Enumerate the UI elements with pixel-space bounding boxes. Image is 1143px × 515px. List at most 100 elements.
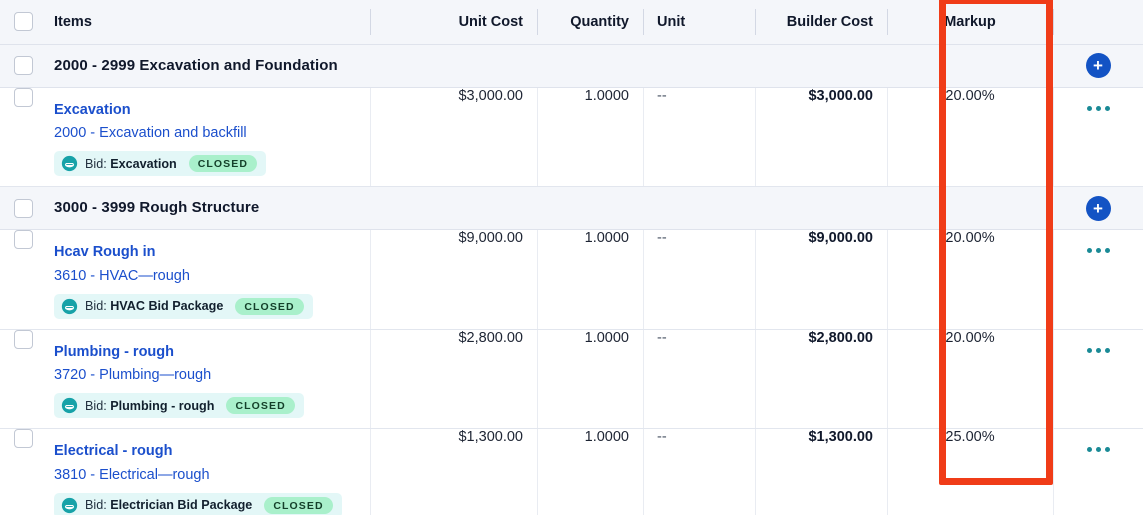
- row-markup[interactable]: 20.00%: [887, 87, 1053, 187]
- more-horizontal-icon: [1087, 248, 1092, 253]
- row-menu-button[interactable]: [1067, 230, 1129, 253]
- add-item-button[interactable]: +: [1086, 196, 1111, 221]
- row-unit: --: [643, 429, 755, 515]
- status-badge: CLOSED: [189, 155, 257, 172]
- item-code: 3810 - Electrical—rough: [54, 465, 356, 486]
- header-select-all-cell: [0, 0, 40, 44]
- row-markup[interactable]: 25.00%: [887, 429, 1053, 515]
- header-builder-cost[interactable]: Builder Cost: [755, 0, 887, 44]
- bid-chip[interactable]: Bid: HVAC Bid Package CLOSED: [54, 294, 313, 319]
- row-select-cell: [0, 230, 40, 330]
- more-horizontal-icon: [1105, 447, 1110, 452]
- row-items-cell: Plumbing - rough 3720 - Plumbing—rough B…: [40, 329, 370, 429]
- more-horizontal-icon: [1087, 447, 1092, 452]
- row-actions-cell: [1053, 87, 1143, 187]
- bid-chip-text: Bid: Excavation: [85, 157, 177, 171]
- more-horizontal-icon: [1096, 248, 1101, 253]
- estimate-line-items-table: Items Unit Cost Quantity Unit Builder Co…: [0, 0, 1143, 515]
- group-markup-cell: [887, 44, 1053, 87]
- line-items-grid: Items Unit Cost Quantity Unit Builder Co…: [0, 0, 1143, 515]
- row-builder-cost: $1,300.00: [755, 429, 887, 515]
- bid-label: Bid:: [85, 399, 107, 413]
- group-title-cell: 3000 - 3999 Rough Structure: [40, 187, 887, 230]
- table-body: 2000 - 2999 Excavation and Foundation + …: [0, 44, 1143, 515]
- header-unit-cost[interactable]: Unit Cost: [370, 0, 537, 44]
- more-horizontal-icon: [1105, 248, 1110, 253]
- row-items-cell: Electrical - rough 3810 - Electrical—rou…: [40, 429, 370, 515]
- row-checkbox[interactable]: [14, 330, 33, 349]
- bid-icon: [61, 298, 78, 315]
- more-horizontal-icon: [1105, 106, 1110, 111]
- header-actions: [1053, 0, 1143, 44]
- row-markup[interactable]: 20.00%: [887, 329, 1053, 429]
- bid-chip[interactable]: Bid: Excavation CLOSED: [54, 151, 266, 176]
- bid-icon: [61, 497, 78, 514]
- row-menu-button[interactable]: [1067, 330, 1129, 353]
- more-horizontal-icon: [1096, 106, 1101, 111]
- table-header: Items Unit Cost Quantity Unit Builder Co…: [0, 0, 1143, 44]
- row-quantity: 1.0000: [537, 87, 643, 187]
- bid-icon: [61, 397, 78, 414]
- row-select-cell: [0, 429, 40, 515]
- row-builder-cost: $3,000.00: [755, 87, 887, 187]
- row-unit-cost: $2,800.00: [370, 329, 537, 429]
- row-markup[interactable]: 20.00%: [887, 230, 1053, 330]
- more-horizontal-icon: [1105, 348, 1110, 353]
- table-row: Hcav Rough in 3610 - HVAC—rough Bid: HVA…: [0, 230, 1143, 330]
- header-items[interactable]: Items: [40, 0, 370, 44]
- more-horizontal-icon: [1087, 106, 1092, 111]
- select-all-checkbox[interactable]: [14, 12, 33, 31]
- header-markup[interactable]: Markup: [887, 0, 1053, 44]
- table-row: Plumbing - rough 3720 - Plumbing—rough B…: [0, 329, 1143, 429]
- bid-label: Bid:: [85, 157, 107, 171]
- row-unit: --: [643, 87, 755, 187]
- row-unit: --: [643, 230, 755, 330]
- status-badge: CLOSED: [226, 397, 294, 414]
- group-row: 2000 - 2999 Excavation and Foundation +: [0, 44, 1143, 87]
- header-unit[interactable]: Unit: [643, 0, 755, 44]
- row-checkbox[interactable]: [14, 429, 33, 448]
- row-menu-button[interactable]: [1067, 88, 1129, 111]
- row-checkbox[interactable]: [14, 88, 33, 107]
- group-action-cell: +: [1053, 44, 1143, 87]
- row-checkbox[interactable]: [14, 230, 33, 249]
- row-actions-cell: [1053, 329, 1143, 429]
- row-unit-cost: $9,000.00: [370, 230, 537, 330]
- row-unit-cost: $3,000.00: [370, 87, 537, 187]
- more-horizontal-icon: [1087, 348, 1092, 353]
- row-builder-cost: $2,800.00: [755, 329, 887, 429]
- bid-icon: [61, 155, 78, 172]
- group-action-cell: +: [1053, 187, 1143, 230]
- bid-name: Plumbing - rough: [110, 399, 214, 413]
- group-checkbox[interactable]: [14, 56, 33, 75]
- row-quantity: 1.0000: [537, 429, 643, 515]
- item-name-link[interactable]: Plumbing - rough: [54, 343, 174, 363]
- item-name-link[interactable]: Electrical - rough: [54, 442, 172, 462]
- item-name-link[interactable]: Excavation: [54, 101, 131, 121]
- group-checkbox[interactable]: [14, 199, 33, 218]
- bid-chip-text: Bid: Plumbing - rough: [85, 399, 214, 413]
- row-unit-cost: $1,300.00: [370, 429, 537, 515]
- bid-chip[interactable]: Bid: Electrician Bid Package CLOSED: [54, 493, 342, 515]
- table-row: Excavation 2000 - Excavation and backfil…: [0, 87, 1143, 187]
- more-horizontal-icon: [1096, 348, 1101, 353]
- bid-name: HVAC Bid Package: [110, 299, 223, 313]
- table-row: Electrical - rough 3810 - Electrical—rou…: [0, 429, 1143, 515]
- row-items-cell: Hcav Rough in 3610 - HVAC—rough Bid: HVA…: [40, 230, 370, 330]
- bid-chip[interactable]: Bid: Plumbing - rough CLOSED: [54, 393, 304, 418]
- bid-chip-text: Bid: HVAC Bid Package: [85, 299, 223, 313]
- group-select-cell: [0, 187, 40, 230]
- row-select-cell: [0, 87, 40, 187]
- row-select-cell: [0, 329, 40, 429]
- add-item-button[interactable]: +: [1086, 53, 1111, 78]
- row-actions-cell: [1053, 230, 1143, 330]
- header-quantity[interactable]: Quantity: [537, 0, 643, 44]
- status-badge: CLOSED: [235, 298, 303, 315]
- row-builder-cost: $9,000.00: [755, 230, 887, 330]
- header-row: Items Unit Cost Quantity Unit Builder Co…: [0, 0, 1143, 44]
- group-row: 3000 - 3999 Rough Structure +: [0, 187, 1143, 230]
- row-menu-button[interactable]: [1067, 429, 1129, 452]
- item-name-link[interactable]: Hcav Rough in: [54, 243, 156, 263]
- bid-chip-text: Bid: Electrician Bid Package: [85, 498, 252, 512]
- group-title: 2000 - 2999 Excavation and Foundation: [54, 57, 338, 74]
